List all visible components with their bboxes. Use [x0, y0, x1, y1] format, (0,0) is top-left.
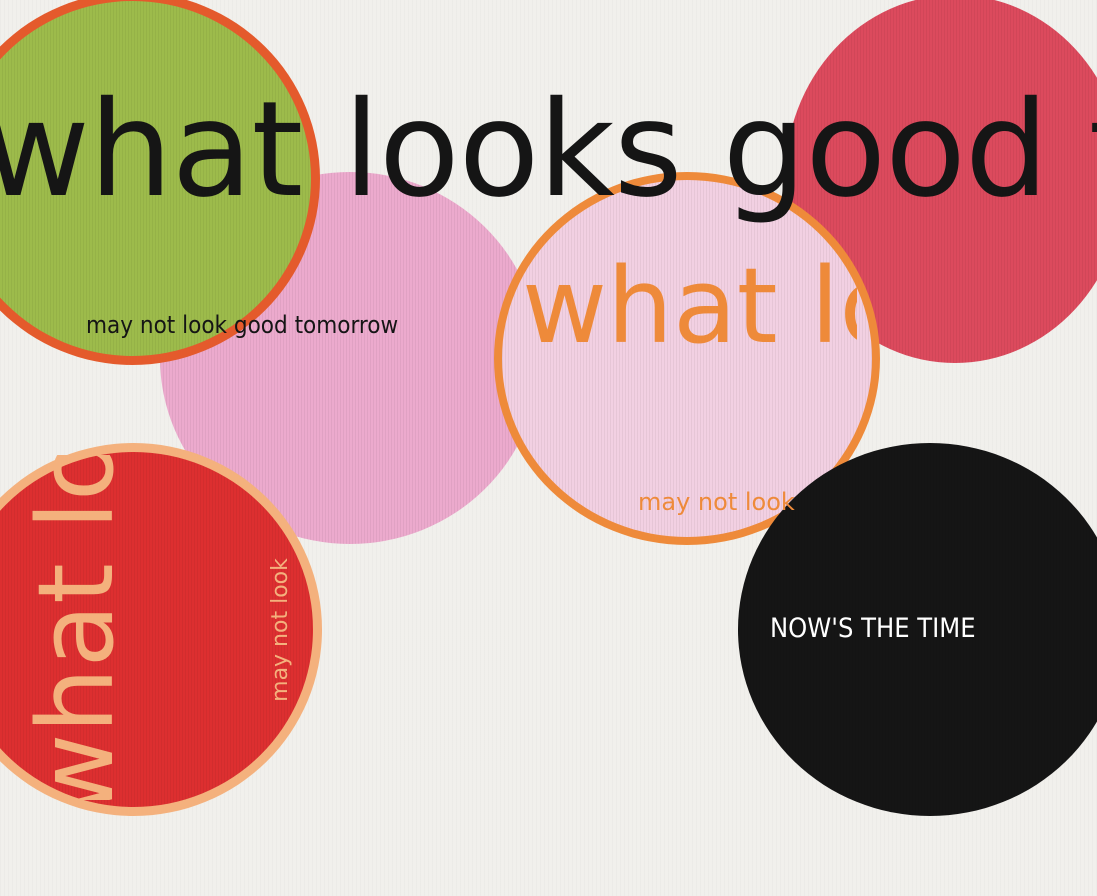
- orange-headline-clip: what lo: [520, 250, 857, 365]
- subline-text: may not look good tomorrow: [86, 311, 399, 339]
- now-the-time-text: NOW'S THE TIME: [770, 613, 976, 644]
- headline-text: what looks good today: [0, 73, 1097, 227]
- poster-canvas: what looks good today may not look good …: [0, 0, 1097, 896]
- vertical-subline-text: may not look: [268, 558, 293, 702]
- vertical-headline-clip: what lo: [22, 455, 130, 800]
- orange-subline-text: may not look: [638, 488, 795, 516]
- vertical-headline-text: what lo: [22, 455, 130, 800]
- orange-headline-text: what lo: [522, 250, 857, 365]
